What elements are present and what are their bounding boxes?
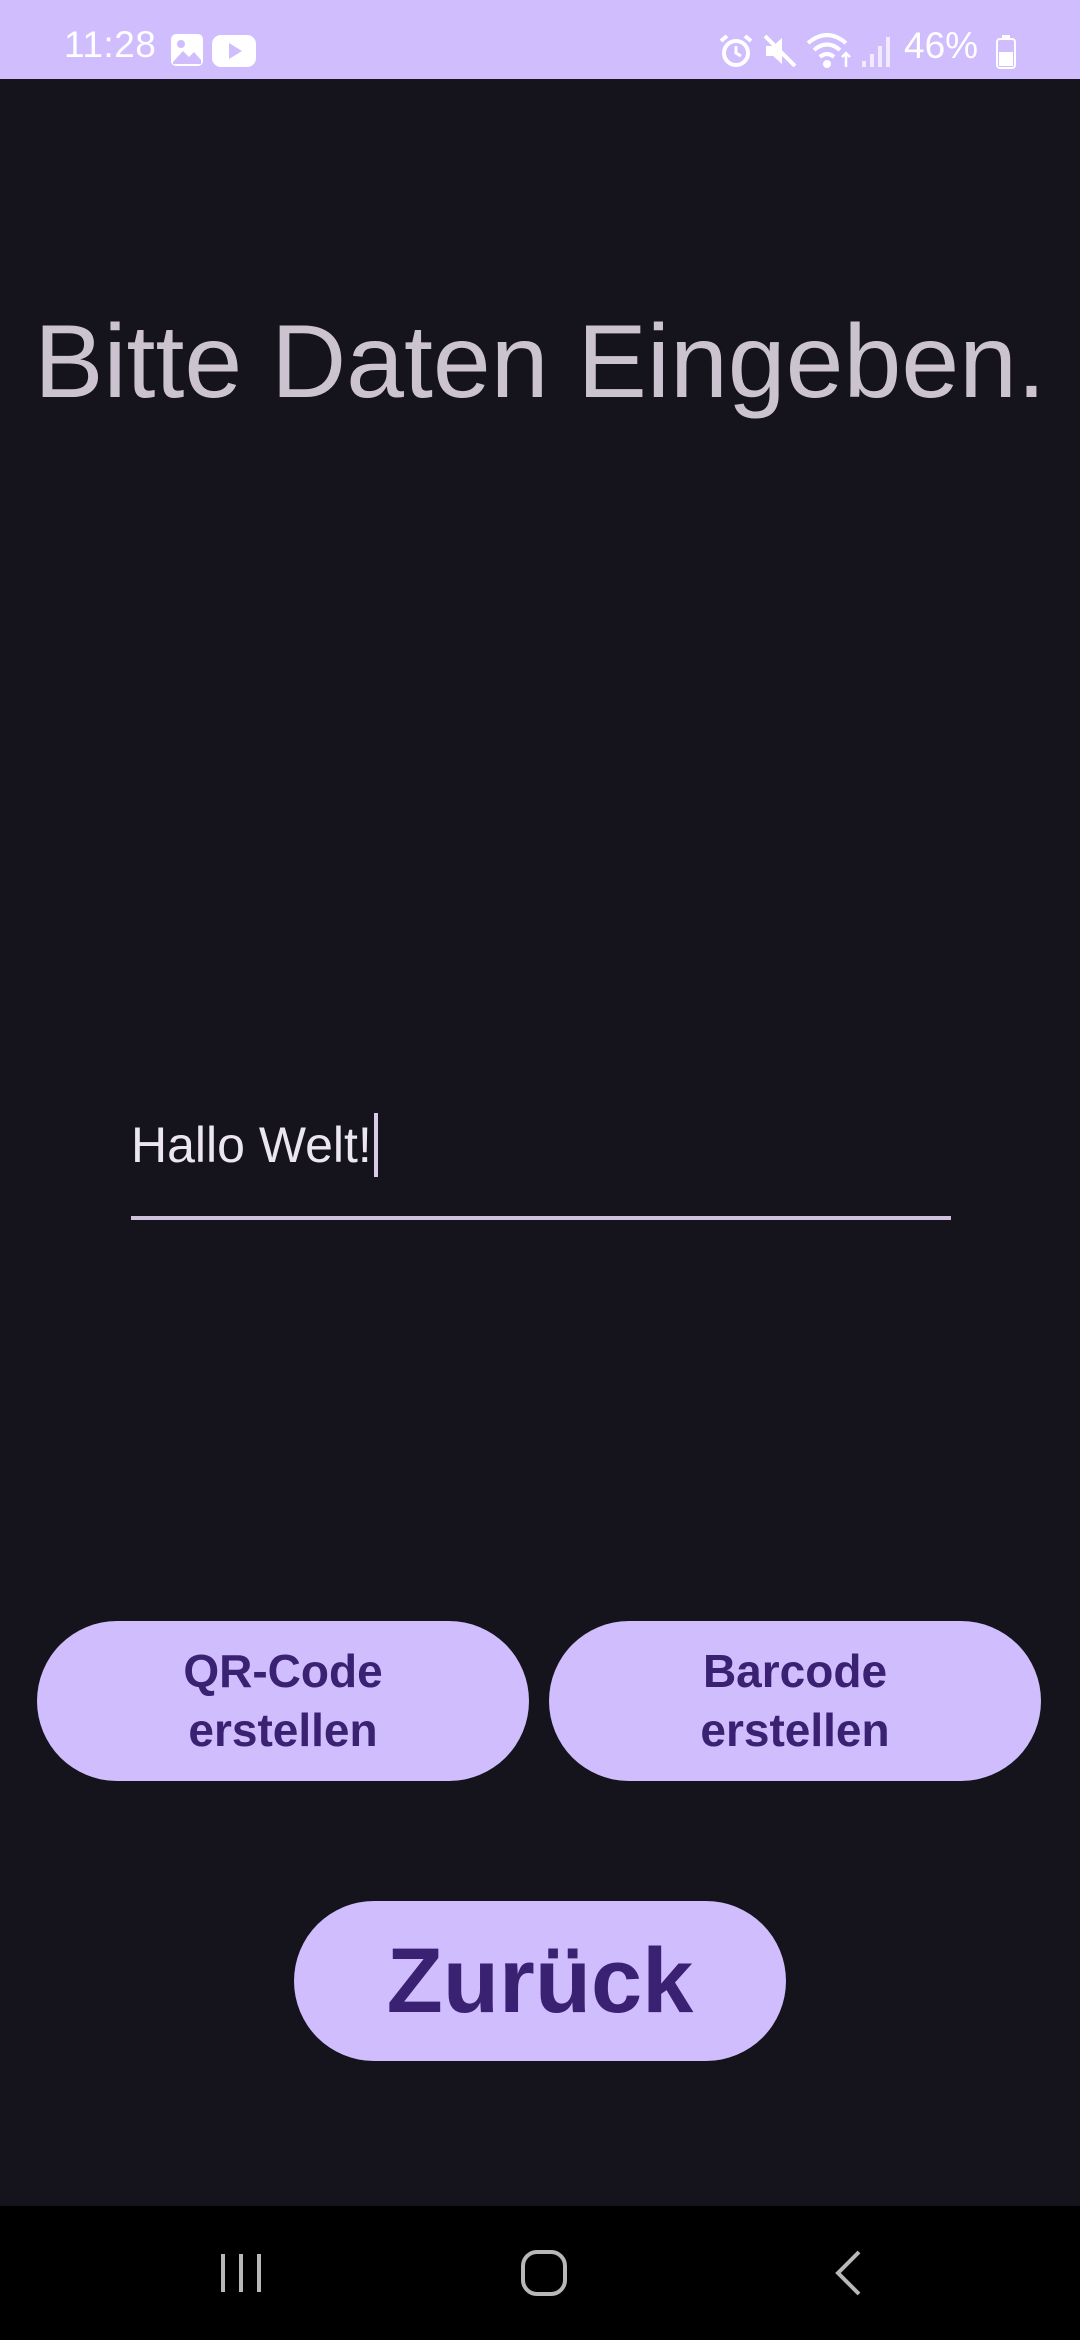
mute-icon (763, 34, 797, 68)
nav-back-button[interactable] (766, 2206, 926, 2340)
qr-button-label-line2: erstellen (188, 1704, 378, 1756)
recent-apps-button[interactable] (161, 2206, 321, 2340)
status-time: 11:28 (64, 24, 157, 65)
data-input-field[interactable]: Hallo Welt! (131, 1095, 951, 1220)
battery-icon (996, 35, 1016, 69)
home-button[interactable] (463, 2206, 623, 2340)
status-bar: 11:28 46% (0, 0, 1080, 79)
create-qr-code-button[interactable]: QR-Code erstellen (37, 1621, 529, 1781)
back-button-label: Zurück (386, 1929, 694, 2032)
back-icon (835, 2250, 861, 2296)
back-button[interactable]: Zurück (294, 1901, 786, 2061)
app-screen: 11:28 46% Bitte Daten Eingeben. Hallo We… (0, 0, 1080, 2340)
youtube-icon (212, 35, 256, 67)
input-value[interactable]: Hallo Welt! (131, 1112, 378, 1181)
text-cursor (373, 1112, 378, 1177)
create-barcode-button[interactable]: Barcode erstellen (549, 1621, 1041, 1781)
signal-icon (862, 37, 890, 67)
barcode-button-label-line1: Barcode (702, 1645, 888, 1698)
image-icon (171, 34, 203, 66)
battery-percent: 46% (904, 25, 979, 66)
wifi-icon (806, 33, 851, 68)
alarm-icon (719, 34, 753, 67)
qr-button-label-line1: QR-Code (183, 1645, 383, 1698)
home-icon (521, 2250, 567, 2296)
page-title: Bitte Daten Eingeben. (34, 304, 1046, 420)
system-nav-bar (0, 2206, 1080, 2340)
barcode-button-label-line2: erstellen (700, 1704, 890, 1756)
recent-apps-icon (221, 2254, 261, 2292)
